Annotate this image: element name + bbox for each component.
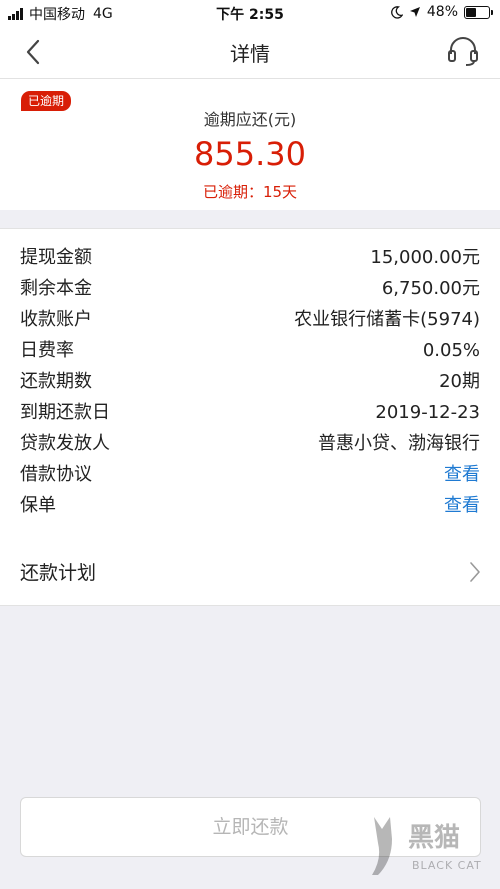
- overdue-amount: 855.30: [194, 135, 306, 173]
- detail-row-daily-rate: 日费率 0.05%: [20, 335, 480, 366]
- detail-key: 收款账户: [20, 309, 92, 330]
- overdue-amount-label: 逾期应还(元): [203, 110, 297, 129]
- detail-value: 普惠小贷、渤海银行: [318, 433, 480, 454]
- battery-icon: [464, 5, 493, 19]
- detail-row-receiving-account: 收款账户 农业银行储蓄卡(5974): [20, 304, 480, 335]
- battery-percent: 48%: [426, 4, 458, 20]
- nav-bar: 详情: [0, 26, 500, 79]
- detail-row-withdraw-amount: 提现金额 15,000.00元: [20, 242, 480, 273]
- detail-row-loan-agreement: 借款协议 查看: [20, 459, 480, 490]
- detail-row-insurance-policy: 保单 查看: [20, 490, 480, 521]
- detail-value: 农业银行储蓄卡(5974): [294, 309, 480, 330]
- battery-fill: [466, 7, 476, 17]
- view-agreement-link[interactable]: 查看: [444, 459, 480, 490]
- detail-key: 提现金额: [20, 247, 92, 268]
- moon-icon: [390, 5, 403, 19]
- chevron-right-icon: [470, 562, 480, 582]
- detail-key: 日费率: [20, 340, 74, 361]
- overdue-summary: 已逾期 逾期应还(元) 855.30 已逾期：15天: [0, 79, 500, 210]
- status-bar: 中国移动 4G 下午 2:55 48%: [0, 0, 500, 26]
- detail-key: 保单: [20, 495, 56, 516]
- detail-value: 15,000.00元: [370, 247, 480, 268]
- detail-row-lender: 贷款发放人 普惠小贷、渤海银行: [20, 428, 480, 459]
- detail-row-remaining-principal: 剩余本金 6,750.00元: [20, 273, 480, 304]
- repayment-plan-label: 还款计划: [20, 562, 97, 584]
- detail-key: 剩余本金: [20, 278, 92, 299]
- detail-value: 0.05%: [422, 340, 480, 361]
- watermark-text: 黑猫: [408, 823, 461, 853]
- overdue-days: 已逾期：15天: [202, 183, 298, 201]
- detail-value: 20期: [439, 371, 480, 392]
- page-title: 详情: [230, 42, 270, 66]
- headset-icon[interactable]: [446, 34, 480, 68]
- detail-value: 2019-12-23: [375, 402, 480, 423]
- detail-row-installments: 还款期数 20期: [20, 366, 480, 397]
- repayment-plan-row[interactable]: 还款计划: [0, 539, 500, 606]
- detail-value: 6,750.00元: [381, 278, 480, 299]
- black-cat-watermark: 黑猫 BLACK CAT: [368, 809, 488, 883]
- cat-logo-icon: [372, 817, 392, 875]
- location-arrow-icon: [409, 7, 420, 17]
- loan-details: 提现金额 15,000.00元 剩余本金 6,750.00元 收款账户 农业银行…: [0, 228, 500, 540]
- detail-key: 贷款发放人: [20, 433, 110, 454]
- view-policy-link[interactable]: 查看: [444, 490, 480, 521]
- detail-row-due-date: 到期还款日 2019-12-23: [20, 397, 480, 428]
- watermark-subtext: BLACK CAT: [412, 859, 482, 872]
- status-right: 48%: [390, 4, 493, 20]
- detail-key: 到期还款日: [20, 402, 110, 423]
- detail-key: 借款协议: [20, 464, 92, 485]
- detail-key: 还款期数: [20, 371, 92, 392]
